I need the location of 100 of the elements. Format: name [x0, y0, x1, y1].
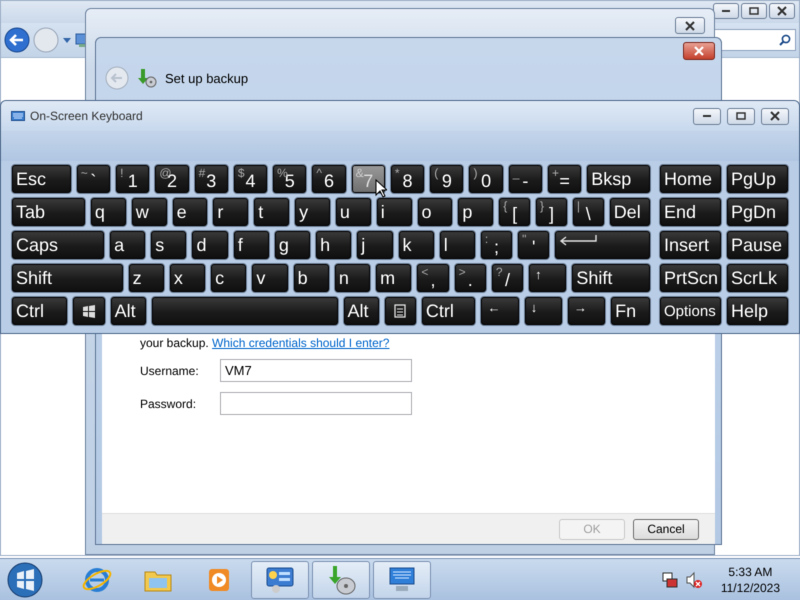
- ctrl-key[interactable]: Ctrl: [11, 296, 68, 326]
- restore-button[interactable]: [727, 108, 755, 124]
- tab-key[interactable]: Tab: [11, 197, 86, 227]
- key[interactable]: @2: [154, 164, 190, 194]
- key[interactable]: s: [150, 230, 188, 260]
- key[interactable]: h: [315, 230, 352, 260]
- text-field[interactable]: VM7: [220, 359, 412, 382]
- shift-key[interactable]: Shift: [11, 263, 124, 293]
- key[interactable]: ) 0: [468, 164, 504, 194]
- navigation-key[interactable]: Insert: [659, 230, 722, 260]
- key[interactable]: e: [172, 197, 208, 227]
- navigation-key[interactable]: PgUp: [726, 164, 789, 194]
- key[interactable]: l: [438, 230, 476, 260]
- navigation-key[interactable]: End: [659, 197, 722, 227]
- key[interactable]: v: [251, 263, 289, 293]
- minimize-button[interactable]: [713, 3, 739, 19]
- close-button[interactable]: [761, 108, 789, 124]
- key[interactable]: i: [376, 197, 413, 227]
- delete-key[interactable]: Del: [608, 197, 651, 227]
- key[interactable]: y: [294, 197, 331, 227]
- start-button[interactable]: [6, 560, 44, 598]
- key[interactable]: Alt: [110, 296, 147, 326]
- key[interactable]: n: [334, 263, 372, 293]
- dropdown-icon[interactable]: [62, 36, 72, 44]
- taskbar-button[interactable]: [373, 560, 431, 598]
- close-icon: [776, 5, 788, 17]
- close-button[interactable]: [769, 3, 795, 19]
- key[interactable]: b: [292, 263, 330, 293]
- key[interactable]: f: [232, 230, 270, 260]
- backspace-key[interactable]: Bksp: [586, 164, 651, 194]
- arrow-key[interactable]: ↑: [528, 263, 568, 293]
- key[interactable]: * 8: [390, 164, 426, 194]
- windows-key[interactable]: [72, 296, 106, 326]
- taskbar-button[interactable]: [312, 560, 370, 598]
- space-key[interactable]: [150, 296, 339, 326]
- navigation-key[interactable]: ScrLk: [726, 263, 789, 293]
- arrow-key[interactable]: ↓: [524, 296, 563, 326]
- key[interactable]: #3: [194, 164, 229, 194]
- key[interactable]: a: [109, 230, 146, 260]
- key[interactable]: p: [457, 197, 494, 227]
- key[interactable]: | \: [572, 197, 605, 227]
- key[interactable]: x: [168, 263, 206, 293]
- key[interactable]: k: [398, 230, 435, 260]
- navigation-key[interactable]: PrtScn: [659, 263, 722, 293]
- menu-key[interactable]: [384, 296, 417, 326]
- key[interactable]: q: [90, 197, 127, 227]
- arrow-key[interactable]: →: [566, 296, 606, 326]
- key[interactable]: z: [128, 263, 165, 293]
- key[interactable]: >.: [454, 263, 487, 293]
- minimize-icon: [722, 10, 730, 12]
- key[interactable]: +=: [546, 164, 582, 194]
- key[interactable]: ( 9: [429, 164, 464, 194]
- key[interactable]: j: [356, 230, 394, 260]
- text-field[interactable]: [220, 392, 412, 415]
- fn-key[interactable]: Fn: [610, 296, 651, 326]
- key[interactable]: ?/: [490, 263, 524, 293]
- credentials-link[interactable]: Which credentials should I enter?: [212, 336, 390, 350]
- key[interactable]: ! 1: [115, 164, 150, 194]
- key[interactable]: ~`: [76, 164, 112, 194]
- key[interactable]: } ]: [535, 197, 568, 227]
- arrow-key[interactable]: ←: [480, 296, 520, 326]
- search-field[interactable]: [714, 29, 796, 51]
- key[interactable]: u: [334, 197, 372, 227]
- key[interactable]: $4: [232, 164, 268, 194]
- caps-lock-key[interactable]: Caps: [11, 230, 106, 260]
- network-icon[interactable]: [660, 570, 679, 588]
- key[interactable]: d: [191, 230, 229, 260]
- key[interactable]: _ -: [508, 164, 543, 194]
- navigation-key[interactable]: Home: [659, 164, 722, 194]
- esc-key[interactable]: Esc: [11, 164, 72, 194]
- navigation-key[interactable]: Pause: [726, 230, 789, 260]
- volume-muted-icon[interactable]: [684, 570, 703, 588]
- key[interactable]: m: [375, 263, 412, 293]
- restore-button[interactable]: [741, 3, 767, 19]
- key[interactable]: : ;: [480, 230, 514, 260]
- key[interactable]: w: [130, 197, 168, 227]
- close-button[interactable]: [675, 17, 705, 34]
- key[interactable]: { [: [498, 197, 532, 227]
- dialog-button[interactable]: Cancel: [633, 518, 699, 540]
- key[interactable]: %5: [272, 164, 308, 194]
- close-button[interactable]: [683, 42, 715, 60]
- back-button[interactable]: [4, 27, 30, 53]
- key[interactable]: o: [416, 197, 454, 227]
- navigation-key[interactable]: Options: [659, 296, 722, 326]
- enter-key[interactable]: [554, 230, 652, 260]
- navigation-key[interactable]: Help: [726, 296, 789, 326]
- key[interactable]: r: [212, 197, 250, 227]
- key[interactable]: <,: [416, 263, 450, 293]
- key[interactable]: c: [210, 263, 248, 293]
- minimize-button[interactable]: [693, 108, 721, 124]
- key[interactable]: " ': [517, 230, 550, 260]
- ctrl-key[interactable]: Ctrl: [420, 296, 476, 326]
- key[interactable]: g: [274, 230, 312, 260]
- key[interactable]: Alt: [342, 296, 380, 326]
- navigation-key[interactable]: PgDn: [726, 197, 789, 227]
- instruction-text: your backup. Which credentials should I enter?: [140, 336, 390, 350]
- taskbar-button[interactable]: [251, 560, 309, 598]
- key[interactable]: t: [253, 197, 290, 227]
- key[interactable]: ^6: [311, 164, 347, 194]
- shift-key[interactable]: Shift: [571, 263, 651, 293]
